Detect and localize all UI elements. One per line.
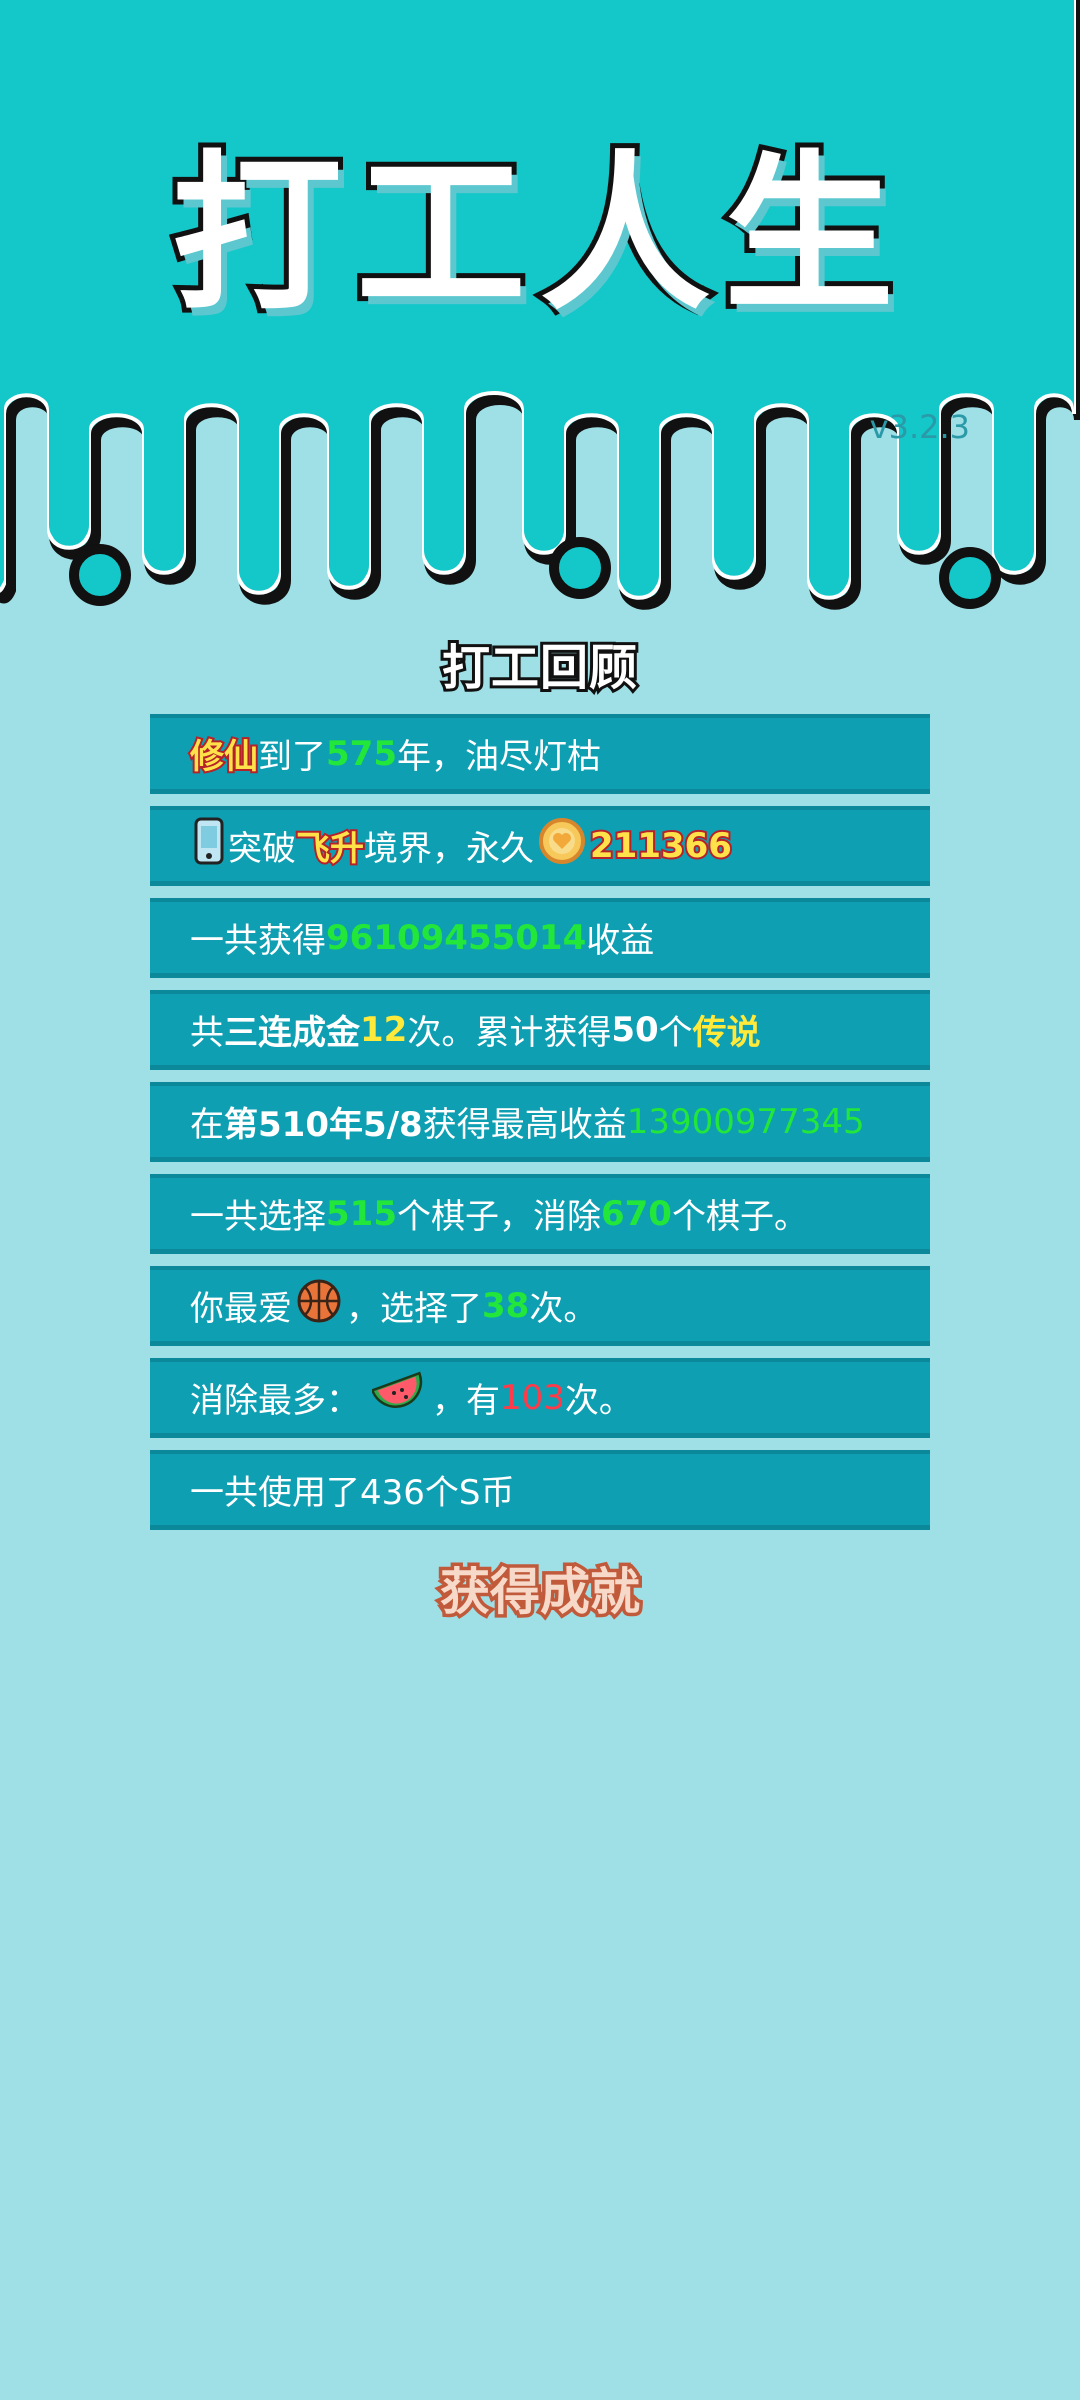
version-label: v3.2.3 (869, 408, 970, 446)
row-text: 突破 (228, 829, 296, 869)
row-text: 到了 (258, 737, 326, 777)
cultivation-tag: 修仙 (188, 735, 260, 779)
max-date: 第510年5/8 (224, 1105, 423, 1145)
years-value: 575 (326, 733, 397, 774)
row-text: 一共选择 (190, 1197, 326, 1237)
row-text: 个棋子，消除 (396, 1197, 601, 1237)
removed-times: 103 (500, 1377, 565, 1418)
review-row-coins-used: 一共使用了436个S币 (150, 1450, 930, 1530)
row-text: 个 (658, 1013, 693, 1053)
review-row-income: 一共获得 96109455014 收益 (150, 898, 930, 978)
removed-count: 670 (600, 1193, 672, 1234)
row-text: 次。 (529, 1289, 598, 1329)
row-text: 收益 (586, 921, 655, 961)
legend-label: 传说 (692, 1013, 761, 1053)
row-text: 获得最高收益 (422, 1105, 627, 1145)
review-row-most-removed: 消除最多： ，有 103 次。 (150, 1358, 930, 1438)
game-title: 打工人生 (167, 136, 908, 334)
legend-count: 50 (611, 1009, 659, 1050)
income-value: 96109455014 (326, 917, 587, 958)
coin-icon (538, 817, 586, 874)
max-income-value: 13900977345 (626, 1101, 865, 1142)
review-title: 打工回顾 (439, 637, 640, 699)
basketball-icon (296, 1278, 342, 1333)
favorite-times: 38 (482, 1285, 530, 1326)
review-row-ascend: 突破 飞升 境界，永久 211366 (150, 806, 930, 886)
ascend-tag: 飞升 (294, 827, 366, 871)
combo-count: 12 (360, 1009, 408, 1050)
review-row-favorite: 你最爱 ，选择了 38 次。 (150, 1266, 930, 1346)
row-text: 次。累计获得 (407, 1013, 612, 1053)
row-text: 在 (190, 1105, 224, 1145)
row-text: 年，油尽灯枯 (396, 737, 601, 777)
review-row-lifespan: 修仙 到了 575 年，油尽灯枯 (150, 714, 930, 794)
row-text: 次。 (564, 1381, 633, 1421)
phone-icon (194, 817, 224, 874)
achievements-title: 获得成就 (437, 1560, 644, 1625)
review-row-max-income: 在 第510年5/8 获得最高收益 13900977345 (150, 1082, 930, 1162)
row-text: 消除最多： (190, 1381, 360, 1421)
chosen-count: 515 (326, 1193, 397, 1234)
row-text: ，有 (432, 1381, 500, 1421)
row-text: 一共获得 (190, 921, 326, 961)
combo-name: 三连成金 (224, 1013, 360, 1053)
row-text: ，选择了 (346, 1289, 482, 1329)
row-text: 一共使用了436个S币 (190, 1473, 515, 1513)
coin-value: 211366 (588, 824, 734, 868)
row-text: 你最爱 (190, 1289, 292, 1329)
row-text: 境界，永久 (364, 829, 534, 869)
watermelon-icon (370, 1371, 428, 1424)
row-text: 个棋子。 (671, 1197, 808, 1237)
review-row-pieces: 一共选择 515 个棋子，消除 670 个棋子。 (150, 1174, 930, 1254)
row-text: 共 (190, 1013, 224, 1053)
review-row-combo: 共 三连成金 12 次。累计获得 50 个 传说 (150, 990, 930, 1070)
review-list: 修仙 到了 575 年，油尽灯枯 突破 飞升 境界，永久 211366 一共获得… (150, 714, 930, 1542)
